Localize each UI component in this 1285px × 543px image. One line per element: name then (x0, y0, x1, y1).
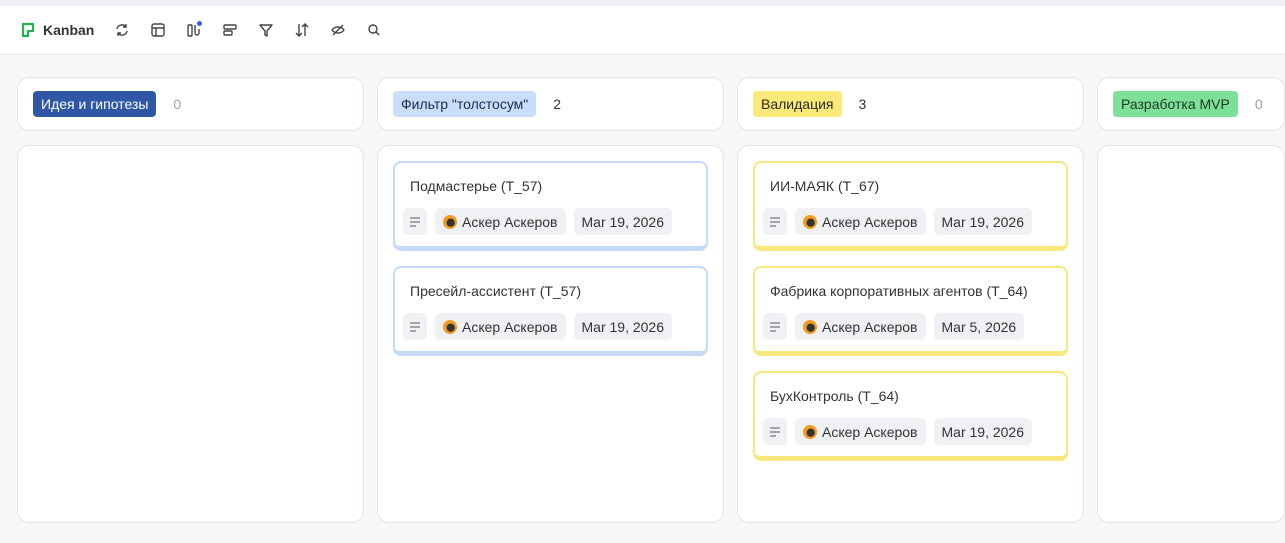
description-icon (770, 321, 780, 332)
avatar (803, 319, 817, 334)
kanban-column: Фильтр "толстосум" 2 Подмастерье (T_57) … (377, 77, 724, 523)
assignee-chip: Аскер Аскеров (795, 208, 926, 235)
assignee-name: Аскер Аскеров (822, 213, 918, 230)
assignee-name: Аскер Аскеров (822, 318, 918, 335)
column-count: 0 (173, 96, 182, 112)
kanban-column: Идея и гипотезы 0 (17, 77, 364, 523)
search-icon (368, 24, 380, 36)
description-icon (410, 321, 420, 332)
date-chip: Mar 19, 2026 (933, 208, 1032, 235)
filter-button[interactable] (248, 15, 284, 45)
filter-icon (259, 24, 274, 37)
card-title: БухКонтроль (T_64) (770, 388, 899, 404)
card-title: Подмастерье (T_57) (410, 178, 543, 194)
layout-icon (151, 23, 166, 37)
description-chip (403, 313, 427, 340)
column-header[interactable]: Идея и гипотезы 0 (17, 77, 364, 131)
hide-fields-icon (331, 24, 346, 36)
column-body: ИИ-МАЯК (T_67) Аскер Аскеров Mar 19, 202… (737, 145, 1084, 523)
date-chip: Mar 19, 2026 (933, 418, 1032, 445)
assignee-chip: Аскер Аскеров (435, 208, 566, 235)
description-chip (763, 208, 787, 235)
toolbar: Kanban (0, 6, 1285, 55)
description-icon (410, 216, 420, 227)
column-tag: Идея и гипотезы (33, 91, 157, 117)
column-body (1097, 145, 1285, 523)
kanban-icon (21, 22, 35, 38)
refresh-icon (116, 24, 129, 36)
assignee-name: Аскер Аскеров (462, 213, 558, 230)
description-chip (763, 418, 787, 445)
card-title: Фабрика корпоративных агентов (T_64) (770, 283, 1028, 299)
column-count: 0 (1254, 96, 1263, 112)
description-icon (770, 216, 780, 227)
column-body (17, 145, 364, 523)
refresh-button[interactable] (104, 15, 140, 45)
kanban-column: Разработка MVP 0 (1097, 77, 1285, 523)
kanban-card[interactable]: Подмастерье (T_57) Аскер Аскеров Mar 19,… (393, 161, 708, 251)
view-title[interactable]: Kanban (21, 22, 94, 38)
avatar (803, 424, 817, 439)
kanban-board: Идея и гипотезы 0 Фильтр "толстосум" 2 П… (17, 77, 1285, 523)
date-label: Mar 19, 2026 (941, 423, 1025, 440)
card-layout-button[interactable] (212, 15, 248, 45)
active-dot (197, 21, 203, 26)
avatar (443, 319, 457, 334)
avatar (803, 214, 817, 229)
layout-button[interactable] (140, 15, 176, 45)
assignee-name: Аскер Аскеров (462, 318, 558, 335)
description-icon (770, 426, 780, 437)
description-chip (403, 208, 427, 235)
date-chip: Mar 19, 2026 (573, 313, 672, 340)
avatar (443, 214, 457, 229)
column-tag: Фильтр "толстосум" (393, 91, 537, 117)
date-label: Mar 19, 2026 (941, 213, 1025, 230)
card-layout-icon (223, 24, 238, 36)
column-header[interactable]: Разработка MVP 0 (1097, 77, 1285, 131)
date-chip: Mar 5, 2026 (933, 313, 1025, 340)
column-tag: Разработка MVP (1113, 91, 1238, 117)
sort-icon (295, 23, 309, 37)
description-chip (763, 313, 787, 340)
group-by-button[interactable] (176, 15, 212, 45)
sort-button[interactable] (284, 15, 320, 45)
hide-fields-button[interactable] (320, 15, 356, 45)
date-label: Mar 19, 2026 (581, 213, 665, 230)
column-count: 3 (858, 96, 867, 112)
card-title: ИИ-МАЯК (T_67) (770, 178, 880, 194)
view-title-label: Kanban (43, 22, 95, 38)
column-count: 2 (553, 96, 562, 112)
kanban-column: Валидация 3 ИИ-МАЯК (T_67) Аскер Аскеров… (737, 77, 1084, 523)
column-header[interactable]: Фильтр "толстосум" 2 (377, 77, 724, 131)
column-tag: Валидация (753, 91, 842, 117)
date-chip: Mar 19, 2026 (573, 208, 672, 235)
date-label: Mar 19, 2026 (581, 318, 665, 335)
card-title: Пресейл-ассистент (T_57) (410, 283, 581, 299)
assignee-name: Аскер Аскеров (822, 423, 918, 440)
column-body: Подмастерье (T_57) Аскер Аскеров Mar 19,… (377, 145, 724, 523)
search-button[interactable] (356, 15, 392, 45)
date-label: Mar 5, 2026 (941, 318, 1017, 335)
assignee-chip: Аскер Аскеров (795, 418, 926, 445)
column-header[interactable]: Валидация 3 (737, 77, 1084, 131)
assignee-chip: Аскер Аскеров (435, 313, 566, 340)
kanban-card[interactable]: Фабрика корпоративных агентов (T_64) Аск… (753, 266, 1068, 356)
kanban-card[interactable]: БухКонтроль (T_64) Аскер Аскеров Mar 19,… (753, 371, 1068, 461)
assignee-chip: Аскер Аскеров (795, 313, 926, 340)
kanban-card[interactable]: ИИ-МАЯК (T_67) Аскер Аскеров Mar 19, 202… (753, 161, 1068, 251)
kanban-card[interactable]: Пресейл-ассистент (T_57) Аскер Аскеров M… (393, 266, 708, 356)
